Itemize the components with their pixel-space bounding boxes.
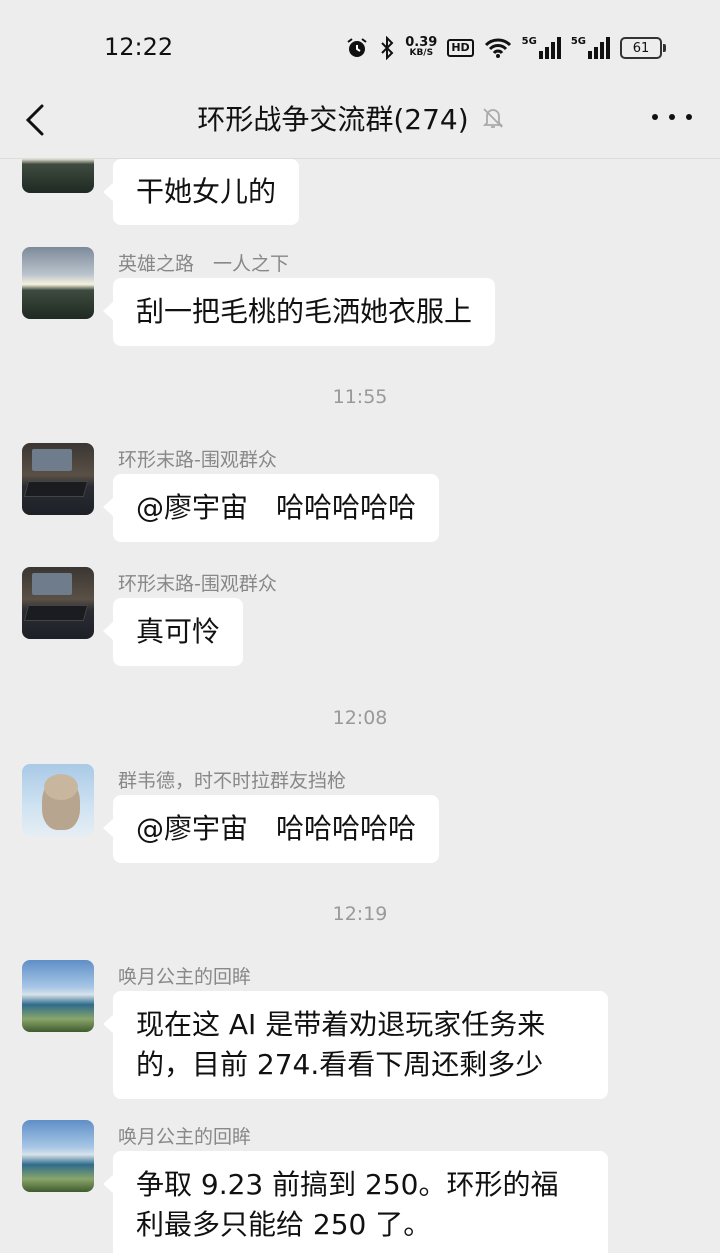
battery-level: 61	[632, 40, 650, 56]
sender-name: 唤月公主的回眸	[118, 966, 252, 988]
sim2-network: 5G	[570, 36, 586, 47]
page-title: 环形战争交流群(274)	[197, 103, 469, 136]
battery-icon: 61	[620, 37, 666, 59]
time-divider: 11:55	[332, 386, 388, 408]
status-icons: 0.39 KB/S HD 5G 5G 61	[345, 34, 666, 62]
signal-icon: 5G	[522, 37, 561, 59]
avatar[interactable]	[22, 443, 94, 515]
net-speed-value: 0.39	[405, 35, 438, 50]
message-bubble[interactable]: 干她女儿的	[102, 159, 300, 225]
net-speed: 0.39 KB/S	[405, 35, 438, 58]
net-speed-unit: KB/S	[409, 48, 434, 58]
message-bubble[interactable]: 争取 9.23 前搞到 250。环形的福 利最多只能给 250 了。	[103, 1151, 608, 1253]
message-text-line: 利最多只能给 250 了。	[136, 1208, 432, 1241]
wifi-icon	[484, 37, 512, 59]
message-text-line: 现在这 AI 是带着劝退玩家任务来	[136, 1008, 546, 1041]
avatar[interactable]	[22, 1120, 94, 1192]
avatar[interactable]	[22, 247, 94, 319]
more-button[interactable]	[652, 102, 692, 132]
message-text-line: 的，目前 274.看看下周还剩多少	[136, 1048, 544, 1081]
message-bubble[interactable]: 真可怜	[102, 598, 244, 666]
status-time: 12:22	[104, 33, 174, 61]
sim1-network: 5G	[521, 36, 537, 47]
more-icon	[669, 114, 675, 120]
chat-header: 环形战争交流群(274)	[0, 90, 720, 159]
hd-icon: HD	[447, 39, 474, 57]
avatar[interactable]	[22, 159, 94, 193]
sender-name: 环形末路-围观群众	[118, 573, 277, 595]
chat-messages[interactable]: 干她女儿的 英雄之路 一人之下 刮一把毛桃的毛洒她衣服上 11:55 环形末路-…	[0, 159, 720, 1253]
avatar[interactable]	[22, 960, 94, 1032]
signal-icon: 5G	[571, 37, 610, 59]
muted-bell-icon	[482, 108, 503, 128]
chat-title-area: 环形战争交流群(274)	[0, 98, 720, 138]
message-bubble[interactable]: @廖宇宙 哈哈哈哈哈	[102, 795, 440, 863]
time-divider: 12:19	[332, 903, 388, 925]
message-text: @廖宇宙 哈哈哈哈哈	[136, 491, 417, 524]
message-bubble[interactable]: 刮一把毛桃的毛洒她衣服上	[102, 278, 496, 346]
message-text: 刮一把毛桃的毛洒她衣服上	[136, 295, 473, 328]
time-divider: 12:08	[332, 707, 388, 729]
more-icon	[652, 114, 658, 120]
message-text: @廖宇宙 哈哈哈哈哈	[136, 812, 417, 845]
bluetooth-icon	[379, 36, 395, 60]
message-text: 真可怜	[136, 615, 221, 648]
message-text-line: 争取 9.23 前搞到 250。环形的福	[136, 1168, 559, 1201]
message-bubble[interactable]: @廖宇宙 哈哈哈哈哈	[102, 474, 440, 542]
more-icon	[686, 114, 692, 120]
alarm-icon	[345, 36, 369, 60]
sender-name: 群韦德，时不时拉群友挡枪	[118, 770, 347, 792]
sender-name: 英雄之路 一人之下	[118, 253, 290, 275]
sender-name: 环形末路-围观群众	[118, 449, 277, 471]
message-bubble[interactable]: 现在这 AI 是带着劝退玩家任务来 的，目前 274.看看下周还剩多少	[103, 991, 608, 1099]
avatar[interactable]	[22, 764, 94, 836]
message-text: 干她女儿的	[136, 175, 277, 208]
avatar[interactable]	[22, 567, 94, 639]
sender-name: 唤月公主的回眸	[118, 1126, 252, 1148]
status-bar: 12:22 0.39 KB/S HD 5G 5G 61	[0, 0, 720, 90]
